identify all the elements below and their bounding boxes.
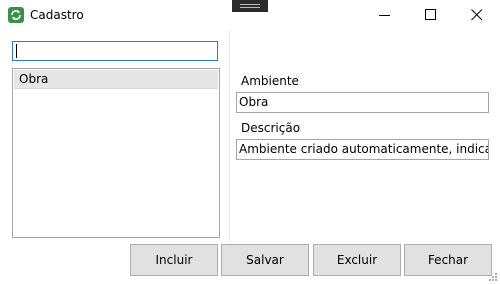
panel-divider [229,30,230,242]
excluir-button[interactable]: Excluir [313,244,401,276]
descricao-field[interactable]: Ambiente criado automaticamente, indica … [236,139,489,160]
salvar-button[interactable]: Salvar [221,244,309,276]
search-input[interactable] [12,41,218,61]
maximize-icon [425,9,436,20]
ambiente-label: Ambiente [241,74,299,88]
close-icon [471,9,483,21]
refresh-app-icon [8,7,24,23]
window-title: Cadastro [30,8,84,22]
minimize-button[interactable] [362,0,408,30]
descricao-label: Descrição [241,121,301,135]
title-bar[interactable]: Cadastro [0,0,500,30]
drag-grip-icon[interactable] [232,0,268,12]
list-item[interactable]: Obra [14,70,218,89]
incluir-button[interactable]: Incluir [130,244,218,276]
maximize-button[interactable] [408,0,454,30]
fechar-button[interactable]: Fechar [404,244,492,276]
resize-grip-icon[interactable] [488,272,498,282]
cadastro-window: Cadastro Obra Ambiente Obra Descrição Am… [0,0,500,284]
text-caret [16,44,17,58]
ambiente-list[interactable]: Obra [12,68,220,238]
minimize-icon [379,15,390,16]
close-button[interactable] [454,0,500,30]
ambiente-field[interactable]: Obra [236,92,489,113]
